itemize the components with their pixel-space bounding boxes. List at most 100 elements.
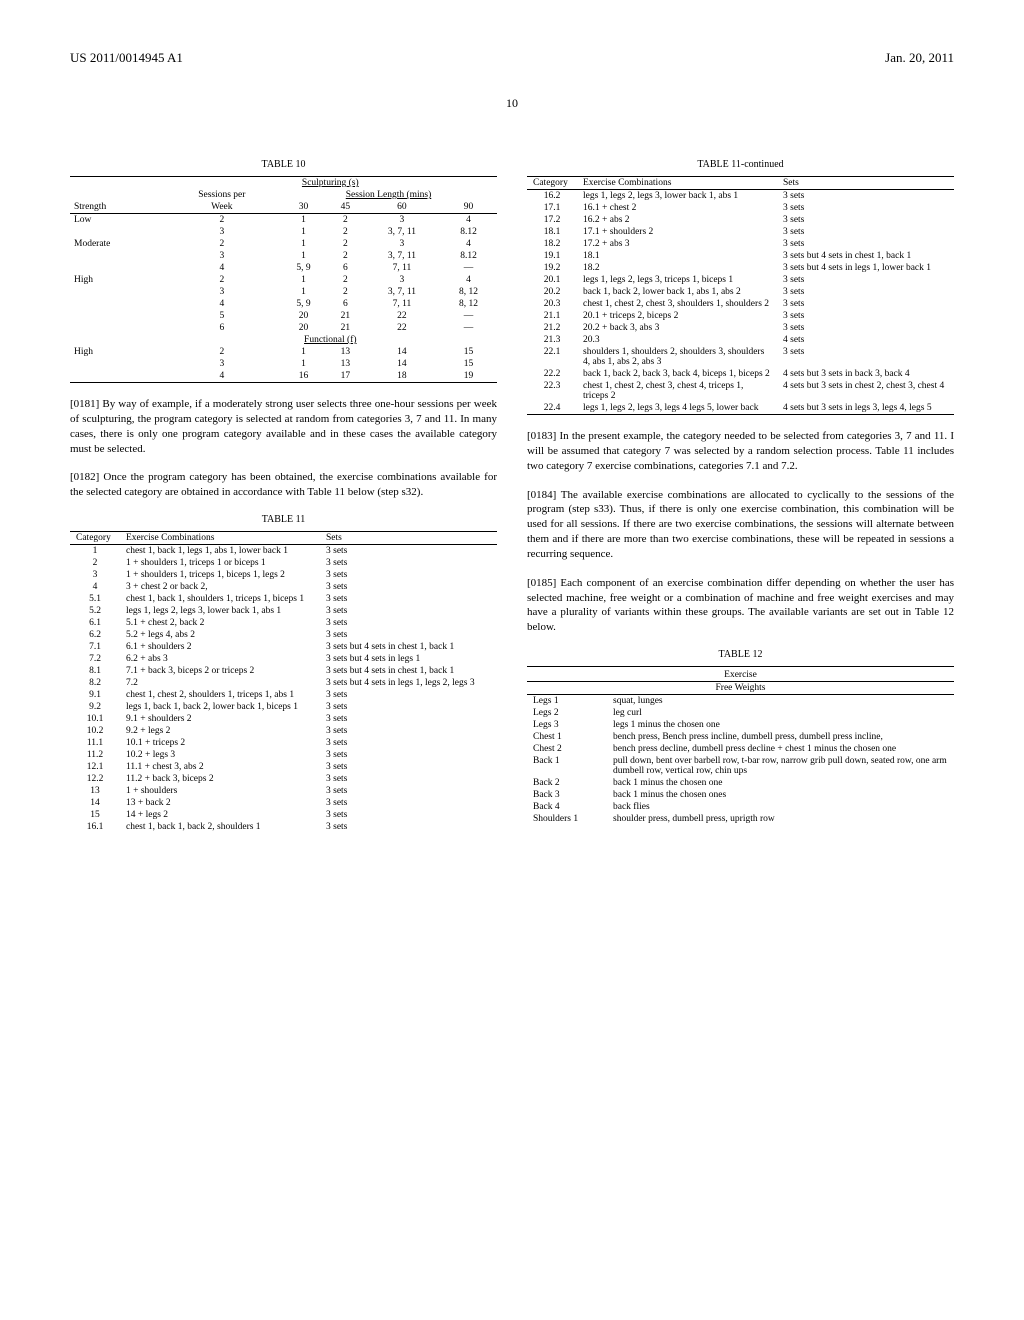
para-0184: [0184] The available exercise combinatio… [527,488,954,562]
para-0181: [0181] By way of example, if a moderatel… [70,397,497,456]
table-row: 18.117.1 + shoulders 23 sets [527,226,954,238]
table-row: Shoulders 1shoulder press, dumbell press… [527,813,954,825]
column-right: TABLE 11-continued Category Exercise Com… [527,151,954,833]
t11-col-cat: Category [70,532,120,545]
table-row: 6.25.2 + legs 4, abs 23 sets [70,629,497,641]
table-row: 19.118.13 sets but 4 sets in chest 1, ba… [527,250,954,262]
t10-sculpt-head: Sculpturing (s) [302,178,359,188]
table-row: 45, 967, 11— [70,262,497,274]
table-row: Legs 3legs 1 minus the chosen one [527,719,954,731]
table-row: 3123, 7, 118.12 [70,250,497,262]
t10-len-60: 60 [364,201,440,214]
table-row: 16.2legs 1, legs 2, legs 3, lower back 1… [527,190,954,203]
table-row: Legs 1squat, lunges [527,695,954,708]
doc-number: US 2011/0014945 A1 [70,50,183,66]
table-row: 9.1chest 1, chest 2, shoulders 1, tricep… [70,689,497,701]
table-row: 6.15.1 + chest 2, back 23 sets [70,617,497,629]
table-row: 18.217.2 + abs 33 sets [527,238,954,250]
table-row: 416171819 [70,370,497,382]
table11-caption: TABLE 11 [70,514,497,525]
t10-sesslen-label: Session Length (mins) [346,190,432,200]
t10-func-label: Functional (f) [304,335,357,345]
table-11-left: Category Exercise Combinations Sets 1che… [70,531,497,833]
table-row: 21 + shoulders 1, triceps 1 or biceps 13… [70,557,497,569]
table-row: 20.1legs 1, legs 2, legs 3, triceps 1, b… [527,274,954,286]
t10-len-45: 45 [327,201,364,214]
table-row: Chest 2bench press decline, dumbell pres… [527,743,954,755]
table-row: Back 4back flies [527,801,954,813]
table-row: 21.320.34 sets [527,334,954,346]
table-row: 5.2legs 1, legs 2, legs 3, lower back 1,… [70,605,497,617]
table-row: 43 + chest 2 or back 2,3 sets [70,581,497,593]
table-row: Moderate21234 [70,238,497,250]
table-row: 3123, 7, 118.12 [70,226,497,238]
table-row: 1413 + back 23 sets [70,797,497,809]
page-header: US 2011/0014945 A1 Jan. 20, 2011 [70,50,954,66]
page-number: 10 [70,96,954,111]
table-row: 45, 967, 118, 12 [70,298,497,310]
table-row: 19.218.23 sets but 4 sets in legs 1, low… [527,262,954,274]
t11r-col-sets: Sets [777,177,954,190]
t11r-col-ex: Exercise Combinations [577,177,777,190]
table-row: 11.210.2 + legs 33 sets [70,749,497,761]
table-row: 7.26.2 + abs 33 sets but 4 sets in legs … [70,653,497,665]
pub-date: Jan. 20, 2011 [885,50,954,66]
table-row: Chest 1bench press, Bench press incline,… [527,731,954,743]
table-row: 1chest 1, back 1, legs 1, abs 1, lower b… [70,545,497,558]
table-row: 16.1chest 1, back 1, back 2, shoulders 1… [70,821,497,833]
table-row: 20.2back 1, back 2, lower back 1, abs 1,… [527,286,954,298]
table-row: 31 + shoulders 1, triceps 1, biceps 1, l… [70,569,497,581]
table-row: 22.1shoulders 1, shoulders 2, shoulders … [527,346,954,368]
para-0183: [0183] In the present example, the categ… [527,429,954,474]
table10-caption: TABLE 10 [70,159,497,170]
table-row: 11.110.1 + triceps 23 sets [70,737,497,749]
table-row: Back 1pull down, bent over barbell row, … [527,755,954,777]
table-row: 131 + shoulders3 sets [70,785,497,797]
table-10: Sculpturing (s) Sessions per Session Leng… [70,176,497,383]
table-row: 1514 + legs 23 sets [70,809,497,821]
para-0185: [0185] Each component of an exercise com… [527,576,954,635]
table-row: 6202122— [70,322,497,334]
table12-caption: TABLE 12 [527,649,954,660]
table-row: 3123, 7, 118, 12 [70,286,497,298]
table-row: 20.3chest 1, chest 2, chest 3, shoulders… [527,298,954,310]
t10-week-label: Week [164,201,280,214]
table-row: 12.111.1 + chest 3, abs 23 sets [70,761,497,773]
t12-head-exercise: Exercise [527,669,954,682]
table-row: 22.3chest 1, chest 2, chest 3, chest 4, … [527,380,954,402]
t10-strength-label: Strength [70,201,164,214]
table-row: High21234 [70,274,497,286]
table-row: Legs 2leg curl [527,707,954,719]
table-row: 5202122— [70,310,497,322]
table-12: Exercise Free Weights Legs 1squat, lunge… [527,666,954,825]
table-row: 10.29.2 + legs 23 sets [70,725,497,737]
table-row: 21.120.1 + triceps 2, biceps 23 sets [527,310,954,322]
table-row: 10.19.1 + shoulders 23 sets [70,713,497,725]
column-left: TABLE 10 Sculpturing (s) Sessions per Ses… [70,151,497,833]
table-row: High21131415 [70,346,497,358]
table-row: 8.27.23 sets but 4 sets in legs 1, legs … [70,677,497,689]
t11r-col-cat: Category [527,177,577,190]
t10-len-90: 90 [440,201,497,214]
table-row: 9.2legs 1, back 1, back 2, lower back 1,… [70,701,497,713]
t10-sessions-label: Sessions per [164,189,280,201]
t12-head-freeweights: Free Weights [527,682,954,695]
table-11-right: Category Exercise Combinations Sets 16.2… [527,176,954,415]
table-row: Back 3back 1 minus the chosen ones [527,789,954,801]
table-row: Back 2back 1 minus the chosen one [527,777,954,789]
table-row: 22.4legs 1, legs 2, legs 3, legs 4 legs … [527,402,954,414]
para-0182: [0182] Once the program category has bee… [70,470,497,500]
table-row: 21.220.2 + back 3, abs 33 sets [527,322,954,334]
table-row: 12.211.2 + back 3, biceps 23 sets [70,773,497,785]
table-row: 8.17.1 + back 3, biceps 2 or triceps 23 … [70,665,497,677]
table-row: Low21234 [70,214,497,227]
table-row: 5.1chest 1, back 1, shoulders 1, triceps… [70,593,497,605]
table11cont-caption: TABLE 11-continued [527,159,954,170]
table-row: 17.216.2 + abs 23 sets [527,214,954,226]
t11-col-sets: Sets [320,532,497,545]
table-row: 7.16.1 + shoulders 23 sets but 4 sets in… [70,641,497,653]
table-row: 31131415 [70,358,497,370]
table-row: 17.116.1 + chest 23 sets [527,202,954,214]
t11-col-ex: Exercise Combinations [120,532,320,545]
t10-len-30: 30 [280,201,327,214]
